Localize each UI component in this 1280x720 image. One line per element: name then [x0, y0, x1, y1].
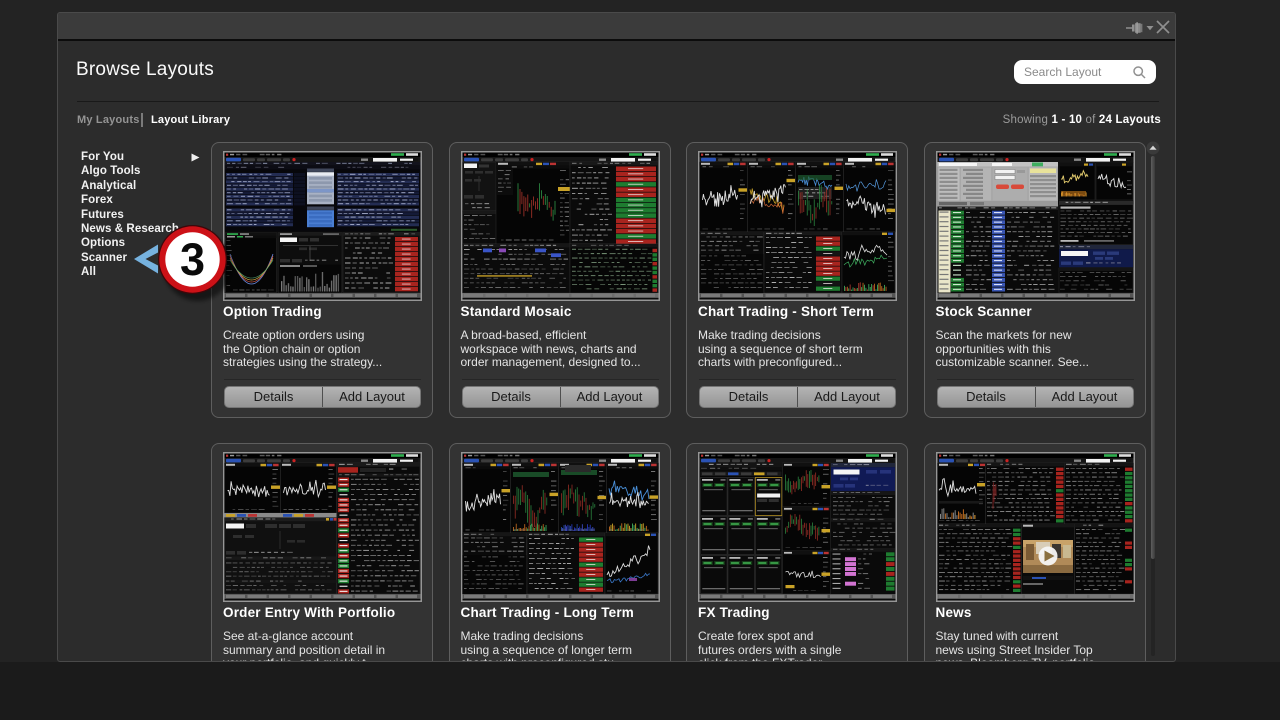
svg-text:3: 3: [180, 234, 205, 285]
